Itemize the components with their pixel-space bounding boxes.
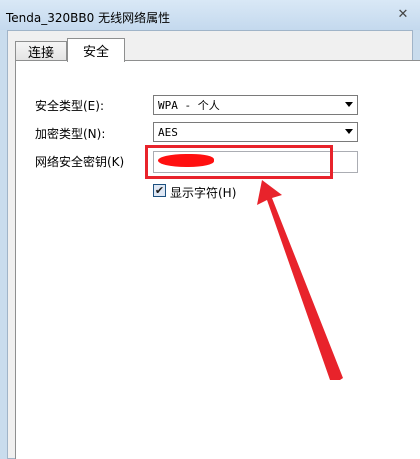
- arrow-shape: [257, 180, 343, 380]
- tab-security[interactable]: 安全: [67, 38, 125, 62]
- annotation-arrow: [257, 180, 343, 380]
- tab-security-label: 安全: [82, 45, 109, 60]
